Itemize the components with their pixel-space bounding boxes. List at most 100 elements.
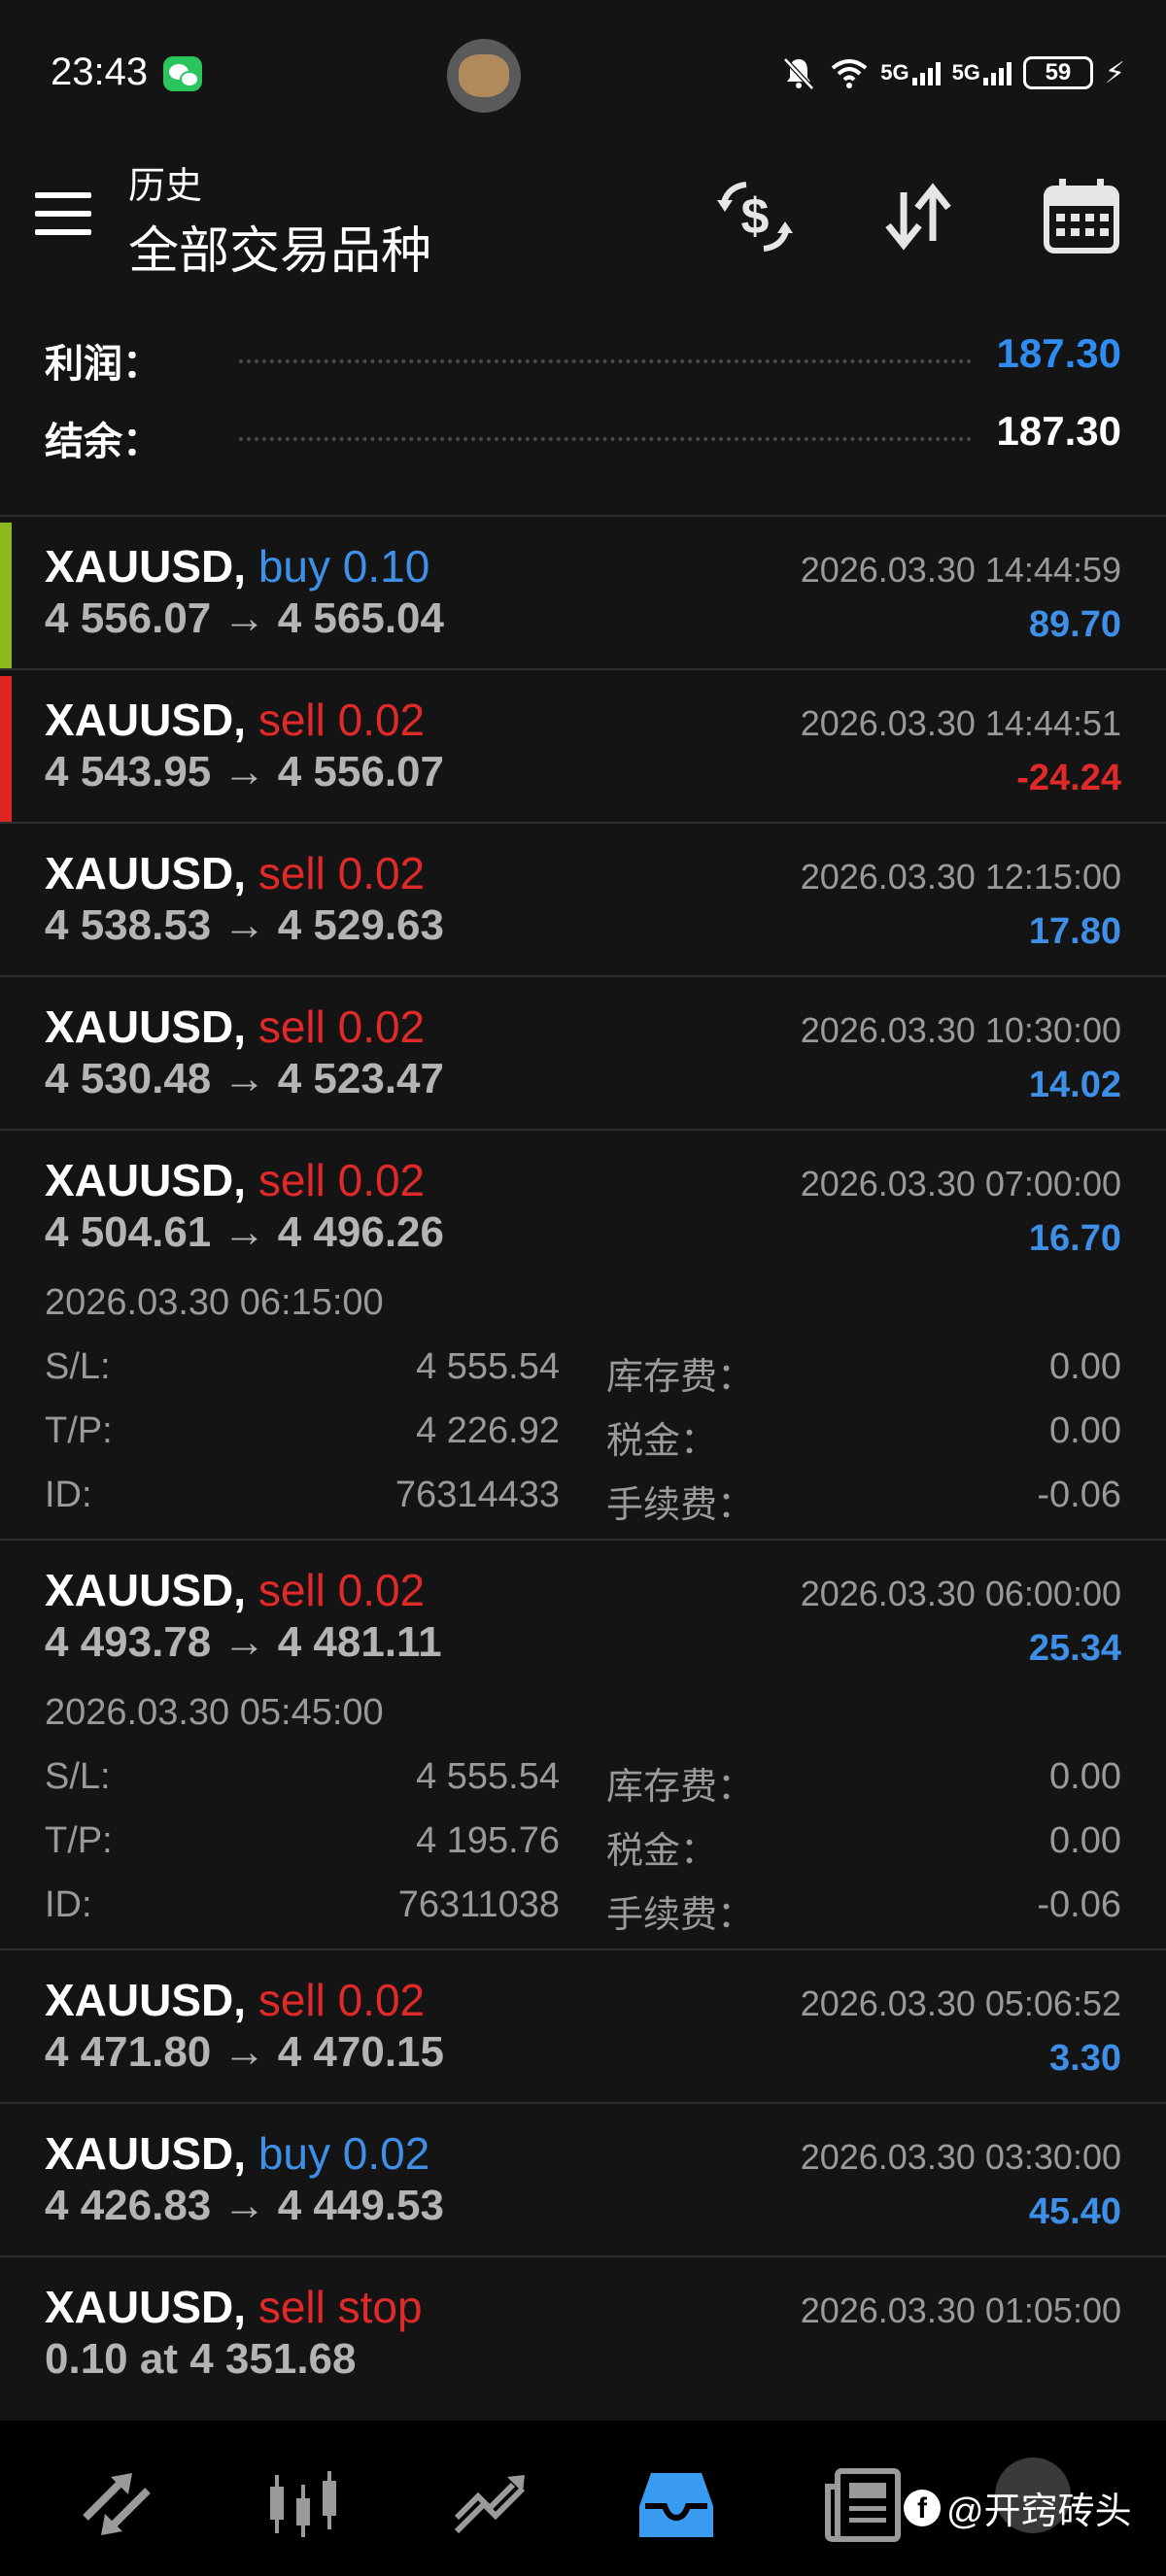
deal-id-label: ID: [45, 1884, 92, 1925]
deal-prices: 4 538.53 → 4 529.63 [45, 901, 444, 949]
deal-row[interactable]: XAUUSD, sell 0.02 4 530.48 → 4 523.47 2026… [0, 975, 1166, 1129]
deal-symbol: XAUUSD, [45, 2282, 247, 2332]
deal-symbol: XAUUSD, [45, 848, 247, 898]
deal-type: buy 0.02 [257, 2128, 430, 2179]
wechat-notification-icon [163, 56, 202, 91]
deal-symbol: XAUUSD, [45, 1565, 247, 1615]
dotted-leader [239, 437, 972, 441]
deal-title: XAUUSD, sell 0.02 [45, 1154, 425, 1206]
deal-prices: 4 471.80 → 4 470.15 [45, 2028, 444, 2076]
deal-row[interactable]: XAUUSD, sell 0.02 4 493.78 → 4 481.11 2026… [0, 1539, 1166, 1949]
watermark-text: @开窍砖头 [946, 2491, 1132, 2532]
trade-icon[interactable] [449, 2463, 531, 2545]
deal-type: sell 0.02 [257, 1001, 426, 1052]
charging-bolt-icon: ⚡ [1104, 56, 1125, 89]
deal-prices: 4 426.83 → 4 449.53 [45, 2182, 444, 2229]
status-icons: 5G 5G 59 ⚡ [779, 49, 1125, 97]
news-icon[interactable] [822, 2463, 904, 2545]
deal-swap-value: 0.00 [1049, 1346, 1121, 1387]
deal-title: XAUUSD, sell 0.02 [45, 1000, 425, 1053]
signal-5g-icon: 5G [880, 60, 941, 85]
deal-symbol: XAUUSD, [45, 2128, 247, 2179]
deal-time: 2026.03.30 14:44:59 [800, 550, 1121, 590]
deal-symbol: XAUUSD, [45, 1155, 247, 1205]
deal-swap-value: 0.00 [1049, 1756, 1121, 1797]
deal-time: 2026.03.30 05:06:52 [800, 1983, 1121, 2023]
sort-icon[interactable] [876, 175, 960, 258]
facebook-logo-icon: f [904, 2489, 941, 2526]
page-subtitle: 历史 [128, 166, 203, 207]
deal-type: buy 0.10 [257, 541, 430, 592]
deal-sl-label: S/L: [45, 1346, 111, 1387]
symbol-filter-title[interactable]: 全部交易品种 [128, 210, 431, 283]
deal-prices: 4 504.61 → 4 496.26 [45, 1208, 444, 1256]
deal-symbol: XAUUSD, [45, 1001, 247, 1052]
deal-prices: 4 493.78 → 4 481.11 [45, 1618, 442, 1666]
deal-profit: 45.40 [1028, 2191, 1121, 2232]
deal-row[interactable]: XAUUSD, sell stop 0.10 at 4 351.68 2026.03… [0, 2255, 1166, 2409]
deal-row[interactable]: XAUUSD, buy 0.02 4 426.83 → 4 449.53 2026.… [0, 2102, 1166, 2255]
deals-list: XAUUSD, buy 0.10 4 556.07 → 4 565.04 2026.… [0, 515, 1166, 2409]
deal-time: 2026.03.30 01:05:00 [800, 2290, 1121, 2330]
deal-symbol: XAUUSD, [45, 695, 247, 745]
deal-swap-label: 库存费： [606, 1357, 755, 1398]
deal-title: XAUUSD, sell 0.02 [45, 694, 425, 746]
deal-title: XAUUSD, sell 0.02 [45, 1564, 425, 1616]
deal-row[interactable]: XAUUSD, sell 0.02 4 543.95 → 4 556.07 2026… [0, 668, 1166, 822]
profit-row: 利润： 187.30 [0, 321, 1166, 389]
deal-row[interactable]: XAUUSD, sell 0.02 4 538.53 → 4 529.63 2026… [0, 822, 1166, 975]
deal-profit: 25.34 [1028, 1628, 1121, 1669]
svg-text:$: $ [741, 188, 770, 245]
app-bar: 历史 全部交易品种 $ [0, 146, 1166, 301]
deal-row[interactable]: XAUUSD, sell 0.02 4 471.80 → 4 470.15 2026… [0, 1949, 1166, 2102]
deal-sl-value: 4 555.54 [416, 1346, 560, 1387]
deal-prices: 0.10 at 4 351.68 [45, 2335, 357, 2383]
deal-tp-label: T/P: [45, 1410, 113, 1451]
deal-profit: 14.02 [1028, 1065, 1121, 1105]
deal-profit: 89.70 [1028, 604, 1121, 645]
avatar-notification-icon [447, 39, 521, 113]
deal-tax-value: 0.00 [1049, 1820, 1121, 1861]
deal-open-time: 2026.03.30 06:15:00 [45, 1282, 384, 1323]
menu-icon[interactable] [35, 192, 91, 237]
deal-row[interactable]: XAUUSD, buy 0.10 4 556.07 → 4 565.04 2026.… [0, 515, 1166, 668]
currency-exchange-icon[interactable]: $ [713, 175, 797, 258]
balance-label: 结余： [45, 421, 161, 463]
deal-sl-label: S/L: [45, 1756, 111, 1797]
deal-prices: 4 530.48 → 4 523.47 [45, 1055, 444, 1102]
deal-title: XAUUSD, buy 0.02 [45, 2127, 429, 2180]
history-icon[interactable] [635, 2463, 717, 2545]
profit-label: 利润： [45, 343, 161, 386]
deal-id-value: 76311038 [397, 1884, 560, 1925]
deal-id-value: 76314433 [394, 1474, 560, 1515]
deal-side-indicator [0, 523, 12, 668]
deal-time: 2026.03.30 03:30:00 [800, 2137, 1121, 2177]
deal-fee-value: -0.06 [1037, 1474, 1121, 1515]
calendar-icon[interactable] [1040, 175, 1123, 258]
chart-icon[interactable] [262, 2463, 344, 2545]
deal-row[interactable]: XAUUSD, sell 0.02 4 504.61 → 4 496.26 2026… [0, 1129, 1166, 1539]
quotes-icon[interactable] [76, 2463, 157, 2545]
deal-tp-value: 4 226.92 [416, 1410, 560, 1451]
deal-profit: 16.70 [1028, 1218, 1121, 1259]
deal-profit: -24.24 [1016, 758, 1121, 798]
wifi-icon [831, 59, 868, 88]
balance-row: 结余： 187.30 [0, 398, 1166, 466]
profit-value: 187.30 [996, 330, 1121, 376]
deal-fee-value: -0.06 [1037, 1884, 1121, 1925]
dotted-leader [239, 359, 972, 363]
summary-panel: 利润： 187.30 结余： 187.30 [0, 321, 1166, 491]
deal-type: sell 0.02 [257, 1155, 426, 1205]
deal-time: 2026.03.30 07:00:00 [800, 1164, 1121, 1203]
deal-tax-label: 税金： [606, 1831, 718, 1872]
deal-tp-label: T/P: [45, 1820, 113, 1861]
status-bar: 23:43 5G 5G 59 ⚡ [0, 0, 1166, 146]
deal-type: sell 0.02 [257, 848, 426, 898]
status-time: 23:43 [51, 51, 149, 93]
deal-open-time: 2026.03.30 05:45:00 [45, 1692, 384, 1733]
deal-title: XAUUSD, sell 0.02 [45, 1974, 425, 2026]
deal-type: sell 0.02 [257, 695, 426, 745]
deal-type: sell 0.02 [257, 1565, 426, 1615]
deal-title: XAUUSD, sell stop [45, 2281, 423, 2333]
balance-value: 187.30 [996, 408, 1121, 454]
